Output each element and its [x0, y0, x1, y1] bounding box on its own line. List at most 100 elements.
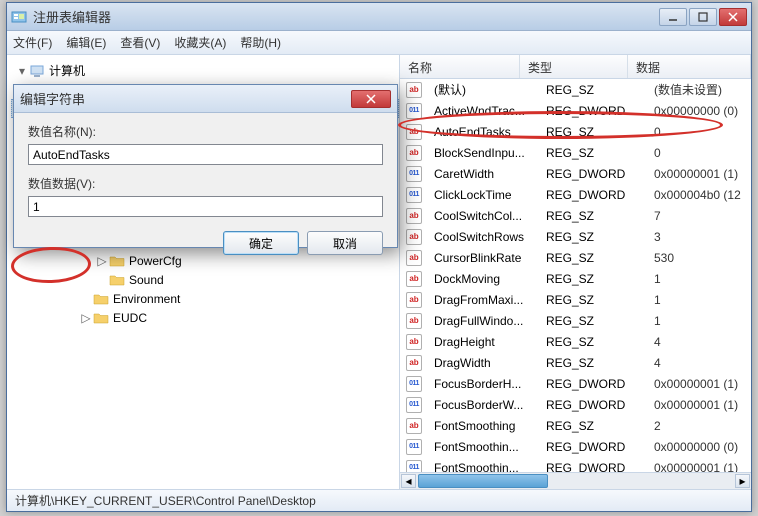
value-name-label: 数值名称(N):	[28, 123, 383, 140]
list-row[interactable]: 011FontSmoothin...REG_DWORD0x00000000 (0…	[400, 436, 751, 457]
col-type[interactable]: 类型	[520, 55, 628, 78]
tree-label: Environment	[113, 292, 180, 306]
cell-type: REG_DWORD	[538, 188, 646, 202]
list-row[interactable]: ab BlockSendInpu...REG_SZ0	[400, 142, 751, 163]
list-row[interactable]: abCursorBlinkRateREG_SZ530	[400, 247, 751, 268]
list-row[interactable]: 011FontSmoothin...REG_DWORD0x00000001 (1…	[400, 457, 751, 472]
cell-data: 0	[646, 146, 751, 160]
window-title: 注册表编辑器	[33, 7, 659, 26]
value-ab-icon: ab	[406, 292, 422, 308]
list-row[interactable]: 011FocusBorderW...REG_DWORD0x00000001 (1…	[400, 394, 751, 415]
value-data-label: 数值数据(V):	[28, 175, 383, 192]
cell-data: 0x00000001 (1)	[646, 398, 751, 412]
status-path: 计算机\HKEY_CURRENT_USER\Control Panel\Desk…	[15, 492, 316, 509]
cell-type: REG_SZ	[538, 314, 646, 328]
cell-data: 4	[646, 356, 751, 370]
list-row[interactable]: abAutoEndTasksREG_SZ0	[400, 121, 751, 142]
dialog-close-button[interactable]	[351, 90, 391, 108]
app-icon	[11, 9, 27, 25]
menu-file[interactable]: 文件(F)	[13, 34, 52, 51]
list-row[interactable]: 011ActiveWndTrac...REG_DWORD0x00000000 (…	[400, 100, 751, 121]
cell-name: DragWidth	[426, 356, 538, 370]
col-data[interactable]: 数据	[628, 55, 751, 78]
value-name-field[interactable]	[28, 144, 383, 165]
col-name[interactable]: 名称	[400, 55, 520, 78]
titlebar[interactable]: 注册表编辑器	[7, 3, 751, 31]
cell-type: REG_SZ	[538, 335, 646, 349]
expander-icon[interactable]: ▾	[15, 64, 29, 78]
list-row[interactable]: ab DragWidthREG_SZ4	[400, 352, 751, 373]
list-row[interactable]: abFontSmoothingREG_SZ2	[400, 415, 751, 436]
list-row[interactable]: 011ClickLockTimeREG_DWORD0x000004b0 (12	[400, 184, 751, 205]
cell-data: 3	[646, 230, 751, 244]
scroll-left-icon[interactable]: ◂	[401, 474, 416, 488]
maximize-button[interactable]	[689, 8, 717, 26]
cell-type: REG_SZ	[538, 251, 646, 265]
cell-type: REG_SZ	[538, 356, 646, 370]
cell-data: 2	[646, 419, 751, 433]
scroll-right-icon[interactable]: ▸	[735, 474, 750, 488]
list-row[interactable]: 011FocusBorderH...REG_DWORD0x00000001 (1…	[400, 373, 751, 394]
value-num-icon: 011	[406, 166, 422, 182]
folder-icon	[93, 292, 109, 306]
computer-icon	[29, 64, 45, 78]
close-button[interactable]	[719, 8, 747, 26]
cell-name: CaretWidth	[426, 167, 538, 181]
list-row[interactable]: 011 CaretWidthREG_DWORD0x00000001 (1)	[400, 163, 751, 184]
ok-button[interactable]: 确定	[223, 231, 299, 255]
cell-name: FontSmoothin...	[426, 461, 538, 473]
value-ab-icon: ab	[406, 208, 422, 224]
scroll-thumb[interactable]	[418, 474, 548, 488]
cell-name: DragHeight	[426, 335, 538, 349]
cell-type: REG_SZ	[538, 293, 646, 307]
cell-data: 530	[646, 251, 751, 265]
cell-data: 0	[646, 125, 751, 139]
cell-type: REG_DWORD	[538, 398, 646, 412]
cell-data: 0x00000000 (0)	[646, 104, 751, 118]
list-row[interactable]: abDragFromMaxi...REG_SZ1	[400, 289, 751, 310]
list-header: 名称 类型 数据	[400, 55, 751, 79]
menu-help[interactable]: 帮助(H)	[240, 34, 281, 51]
value-ab-icon: ab	[406, 250, 422, 266]
statusbar: 计算机\HKEY_CURRENT_USER\Control Panel\Desk…	[7, 489, 751, 511]
list-row[interactable]: abCoolSwitchCol...REG_SZ7	[400, 205, 751, 226]
list-row[interactable]: abCoolSwitchRowsREG_SZ3	[400, 226, 751, 247]
menu-favorites[interactable]: 收藏夹(A)	[174, 34, 226, 51]
tree-label: Sound	[129, 273, 164, 287]
menu-edit[interactable]: 编辑(E)	[66, 34, 106, 51]
cell-data: 1	[646, 293, 751, 307]
cell-name: BlockSendInpu...	[426, 146, 538, 160]
list-row[interactable]: abDockMovingREG_SZ1	[400, 268, 751, 289]
tree-item[interactable]: Sound	[11, 270, 399, 289]
list-pane: 名称 类型 数据 ab(默认)REG_SZ(数值未设置)011ActiveWnd…	[400, 55, 751, 489]
cell-name: DockMoving	[426, 272, 538, 286]
dialog-title: 编辑字符串	[20, 89, 351, 108]
expander-icon[interactable]: ▷	[79, 311, 93, 325]
cell-type: REG_DWORD	[538, 167, 646, 181]
value-ab-icon: ab	[406, 355, 422, 371]
list-row[interactable]: abDragFullWindo...REG_SZ1	[400, 310, 751, 331]
cancel-button[interactable]: 取消	[307, 231, 383, 255]
tree-item[interactable]: Environment	[11, 289, 399, 308]
cell-type: REG_SZ	[538, 83, 646, 97]
cell-name: AutoEndTasks	[426, 125, 538, 139]
value-ab-icon: ab	[406, 145, 422, 161]
list-body[interactable]: ab(默认)REG_SZ(数值未设置)011ActiveWndTrac...RE…	[400, 79, 751, 472]
dialog-titlebar[interactable]: 编辑字符串	[14, 85, 397, 113]
value-ab-icon: ab	[406, 313, 422, 329]
value-data-field[interactable]	[28, 196, 383, 217]
cell-data: 4	[646, 335, 751, 349]
tree-root[interactable]: ▾ 计算机	[11, 61, 399, 80]
cell-type: REG_SZ	[538, 146, 646, 160]
minimize-button[interactable]	[659, 8, 687, 26]
list-row[interactable]: abDragHeightREG_SZ4	[400, 331, 751, 352]
cell-data: 7	[646, 209, 751, 223]
tree-label: 计算机	[49, 62, 85, 79]
cell-type: REG_DWORD	[538, 440, 646, 454]
list-row[interactable]: ab(默认)REG_SZ(数值未设置)	[400, 79, 751, 100]
tree-item[interactable]: ▷EUDC	[11, 308, 399, 327]
menu-view[interactable]: 查看(V)	[120, 34, 160, 51]
cell-data: 0x00000001 (1)	[646, 167, 751, 181]
cell-type: REG_SZ	[538, 230, 646, 244]
horizontal-scrollbar[interactable]: ◂ ▸	[400, 472, 751, 489]
